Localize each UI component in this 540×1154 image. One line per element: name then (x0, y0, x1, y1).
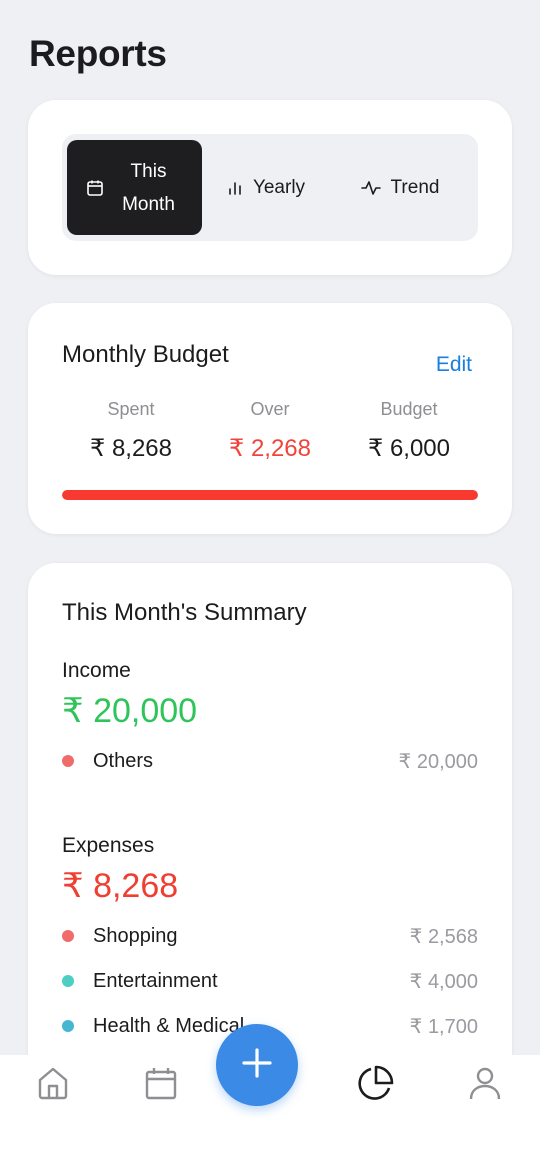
category-name: Others (93, 749, 154, 772)
calendar-icon (86, 179, 104, 197)
stat-budget-value: ₹ 6,000 (368, 435, 450, 462)
add-transaction-button[interactable] (216, 1024, 298, 1106)
stat-budget-label: Budget (380, 399, 438, 419)
tab-yearly-label: Yearly (252, 177, 306, 198)
category-amount: ₹ 20,000 (398, 750, 478, 773)
tab-yearly[interactable]: Yearly (214, 140, 318, 235)
stat-spent-value: ₹ 8,268 (90, 435, 172, 462)
nav-calendar[interactable] (139, 1063, 183, 1107)
category-amount: ₹ 4,000 (409, 970, 478, 993)
category-dot (62, 755, 74, 767)
edit-budget-button[interactable]: Edit (436, 353, 472, 377)
budget-progress-bar (62, 490, 478, 500)
tab-this-month-label: This Month (122, 160, 175, 215)
pulse-icon (360, 179, 381, 197)
stat-over: Over ₹ 2,268 (200, 399, 340, 463)
expense-item-shopping[interactable]: Shopping ₹ 2,568 (62, 921, 478, 951)
plus-icon (241, 1047, 273, 1084)
category-amount: ₹ 2,568 (409, 925, 478, 948)
expenses-label: Expenses (62, 834, 155, 857)
category-dot (62, 1020, 74, 1032)
home-icon (35, 1065, 71, 1106)
category-amount: ₹ 1,700 (409, 1015, 478, 1038)
category-name: Shopping (93, 924, 178, 947)
tab-trend[interactable]: Trend (348, 140, 452, 235)
income-total: ₹ 20,000 (62, 692, 198, 730)
stat-over-value: ₹ 2,268 (229, 435, 311, 462)
budget-title: Monthly Budget (62, 341, 229, 368)
category-dot (62, 930, 74, 942)
budget-progress-fill (62, 490, 478, 500)
category-dot (62, 975, 74, 987)
expenses-total: ₹ 8,268 (62, 867, 179, 905)
income-item-others[interactable]: Others ₹ 20,000 (62, 746, 478, 776)
page-title: Reports (29, 33, 167, 74)
period-tabs-card: This Month Yearly Trend (28, 100, 512, 275)
stat-spent: Spent ₹ 8,268 (61, 399, 201, 463)
category-name: Entertainment (93, 969, 218, 992)
user-icon (468, 1065, 502, 1106)
tab-this-month[interactable]: This Month (67, 140, 202, 235)
stat-budget: Budget ₹ 6,000 (339, 399, 479, 463)
pie-chart-icon (357, 1064, 395, 1107)
period-segmented-control: This Month Yearly Trend (62, 134, 478, 241)
bar-chart-icon (227, 180, 243, 196)
expense-item-entertainment[interactable]: Entertainment ₹ 4,000 (62, 966, 478, 996)
summary-title: This Month's Summary (62, 599, 307, 626)
monthly-budget-card: Monthly Budget Edit Spent ₹ 8,268 Over ₹… (28, 303, 512, 534)
nav-reports[interactable] (354, 1063, 398, 1107)
nav-profile[interactable] (463, 1063, 507, 1107)
nav-home[interactable] (31, 1063, 75, 1107)
stat-spent-label: Spent (107, 399, 155, 419)
calendar-icon (144, 1066, 178, 1105)
stat-over-label: Over (250, 399, 290, 419)
tab-trend-label: Trend (390, 177, 440, 198)
income-label: Income (62, 659, 131, 682)
